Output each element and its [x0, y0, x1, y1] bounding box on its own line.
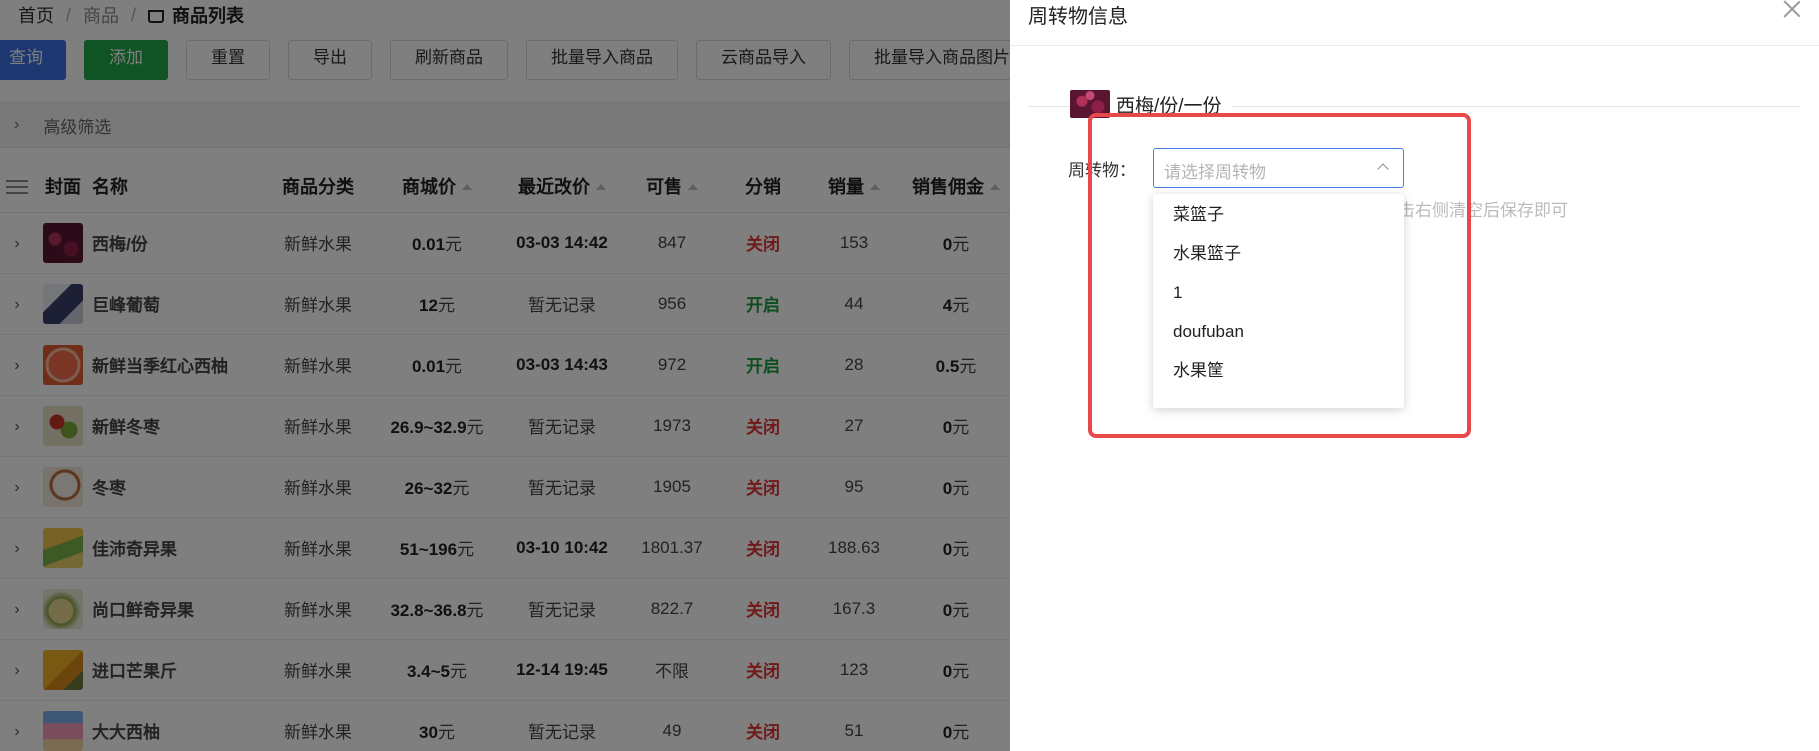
product-list-page: 首页 / 商品 / 商品列表 查询 添加 重置 导出 刷新商品 批量导入商品 云…	[0, 0, 1010, 751]
turnover-field-label: 周转物：	[1068, 161, 1136, 180]
turnover-dropdown: 菜篮子 水果篮子 1 doufuban 水果筐	[1153, 194, 1404, 408]
help-hint: 击右侧清空后保存即可	[1398, 201, 1568, 220]
drawer-title: 周转物信息	[1028, 6, 1128, 28]
turnover-drawer: 周转物信息 西梅/份/一份	[1010, 0, 1819, 751]
dropdown-option-fruit-crate[interactable]: 水果筐	[1153, 356, 1404, 395]
dropdown-option-fruit-basket[interactable]: 水果篮子	[1153, 239, 1404, 278]
product-heading: 西梅/份/一份	[1070, 90, 1232, 118]
product-thumbnail	[1070, 90, 1110, 118]
modal-mask[interactable]	[0, 0, 1010, 751]
turnover-select[interactable]: 请选择周转物	[1153, 148, 1404, 188]
select-placeholder: 请选择周转物	[1164, 163, 1266, 182]
drawer-header: 周转物信息	[1010, 0, 1819, 46]
dropdown-option-doufuban[interactable]: doufuban	[1153, 317, 1404, 356]
dropdown-option-vegetable-basket[interactable]: 菜篮子	[1153, 200, 1404, 239]
product-label: 西梅/份/一份	[1116, 95, 1222, 117]
close-icon[interactable]	[1783, 0, 1801, 18]
chevron-up-icon	[1377, 163, 1389, 175]
dropdown-option-1[interactable]: 1	[1153, 278, 1404, 317]
